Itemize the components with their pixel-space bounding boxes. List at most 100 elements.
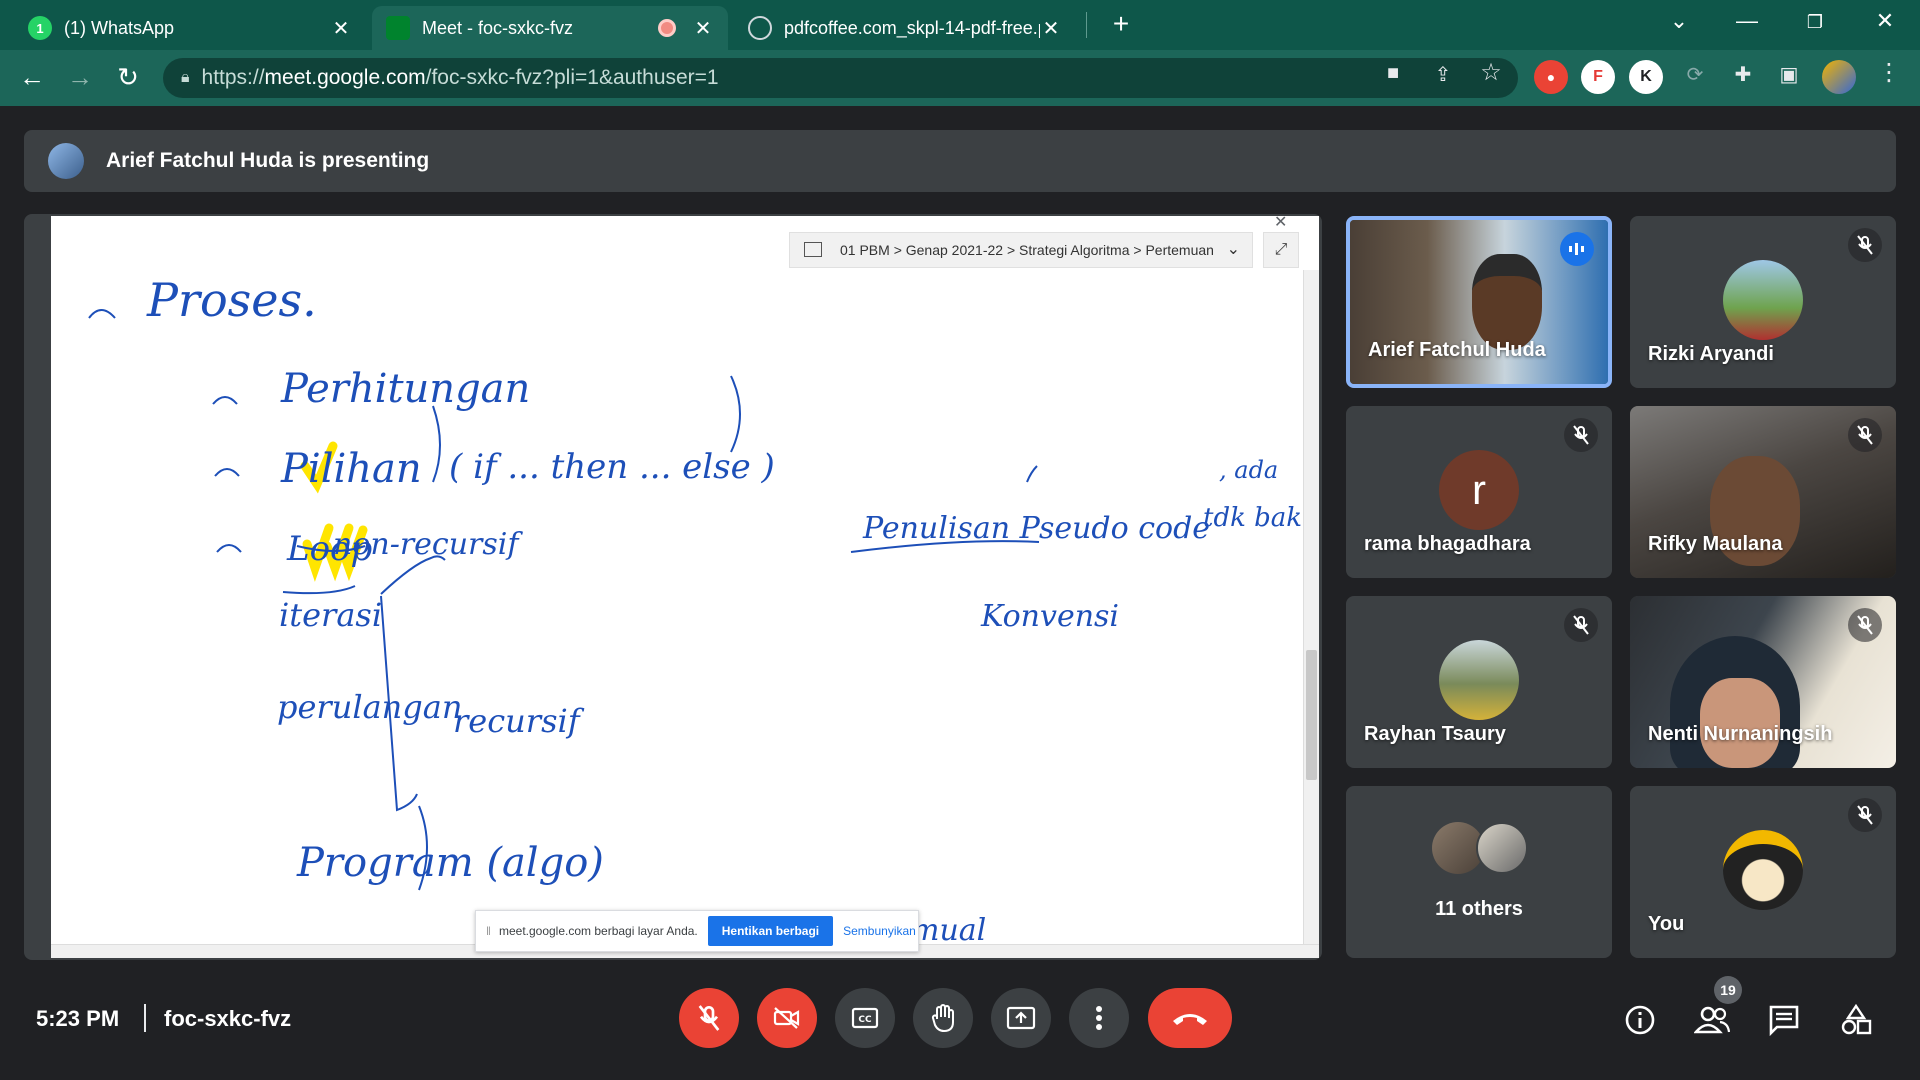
note-perulangan: perulangan	[277, 688, 462, 726]
activities-button[interactable]	[1838, 1002, 1874, 1038]
meeting-code: foc-sxkc-fvz	[164, 1006, 292, 1031]
close-tab-icon[interactable]: ✕	[692, 16, 714, 41]
profile-avatar[interactable]	[1822, 60, 1856, 94]
note-rekursif: recursif	[453, 702, 585, 740]
camera-icon[interactable]: ■	[1380, 62, 1406, 85]
tab-pdfcoffee[interactable]: pdfcoffee.com_skpl-14-pdf-free.p ✕	[734, 6, 1076, 50]
url-scheme: https://	[201, 66, 265, 89]
note-bottom: mual	[911, 913, 986, 948]
back-button[interactable]: ←	[16, 62, 48, 93]
url-host: meet.google.com	[264, 66, 426, 89]
reload-button[interactable]: ↻	[112, 62, 144, 93]
browser-toolbar: ← → ↻ 🔒︎ https:// meet.google.com /foc-s…	[0, 50, 1920, 106]
hide-button[interactable]: Sembunyikan	[843, 924, 916, 938]
tab-title: Meet - foc-sxkc-fvz	[422, 17, 574, 38]
close-tab-icon[interactable]: ✕	[330, 16, 352, 41]
microphone-toggle-button[interactable]	[679, 988, 739, 1048]
participant-name: Nenti Nurnaningsih	[1648, 723, 1833, 745]
note-ada: , ada	[1219, 456, 1278, 484]
closed-captions-icon: CC	[851, 1007, 879, 1029]
lock-icon: 🔒︎	[181, 69, 190, 86]
camera-toggle-button[interactable]	[757, 988, 817, 1048]
vertical-scrollbar[interactable]	[1303, 270, 1319, 946]
participant-name: Rayhan Tsaury	[1364, 723, 1506, 745]
close-presentation-icon[interactable]: ✕	[1274, 214, 1287, 232]
handwriting-lines	[88, 309, 1040, 891]
extension-k-icon[interactable]: K	[1629, 60, 1663, 94]
forward-button[interactable]: →	[64, 62, 96, 93]
presenting-text: Arief Fatchul Huda is presenting	[106, 149, 430, 172]
participant-tile[interactable]: Nenti Nurnaningsih	[1630, 596, 1896, 768]
tab-search-icon[interactable]: ⌄	[1664, 8, 1694, 34]
shared-screen: 01 PBM > Genap 2021-22 > Strategi Algori…	[51, 216, 1319, 958]
restore-button[interactable]: ❐	[1800, 12, 1830, 33]
meeting-control-bar: 5:23 PM foc-sxkc-fvz CC 19	[0, 974, 1920, 1080]
participant-initial-avatar: r	[1439, 450, 1519, 530]
drag-grip-icon[interactable]: ‖	[486, 924, 491, 938]
participant-avatar	[1439, 640, 1519, 720]
participant-tile[interactable]: Rifky Maulana	[1630, 406, 1896, 578]
meet-icon	[386, 16, 410, 40]
participant-name: Arief Fatchul Huda	[1368, 339, 1546, 361]
others-count: 11 others	[1435, 898, 1523, 920]
minimize-button[interactable]: —	[1732, 8, 1762, 34]
tab-whatsapp[interactable]: 1 (1) WhatsApp ✕	[14, 6, 366, 50]
participant-tile[interactable]: Rayhan Tsaury	[1346, 596, 1612, 768]
others-avatar-2	[1476, 822, 1528, 874]
self-avatar	[1723, 830, 1803, 910]
extension-f-icon[interactable]: F	[1581, 60, 1615, 94]
scroll-thumb[interactable]	[1306, 650, 1317, 780]
participant-tile[interactable]: Rizki Aryandi	[1630, 216, 1896, 388]
screen-share-notice: ‖ meet.google.com berbagi layar Anda. He…	[475, 910, 919, 952]
stop-sharing-button[interactable]: Hentikan berbagi	[707, 916, 834, 946]
others-tile[interactable]: 11 others	[1346, 786, 1612, 958]
menu-icon[interactable]: ⋮	[1876, 58, 1902, 87]
participant-name: Rizki Aryandi	[1648, 343, 1774, 365]
side-panel-icon[interactable]: ▣	[1776, 62, 1802, 87]
bookmark-star-icon[interactable]: ☆	[1478, 58, 1504, 87]
meeting-time: 5:23 PM	[36, 1006, 120, 1031]
participant-name: rama bhagadhara	[1364, 533, 1531, 555]
note-iterasi: iterasi	[279, 596, 382, 634]
participant-tile[interactable]: Arief Fatchul Huda	[1346, 216, 1612, 388]
mic-muted-icon	[1848, 228, 1882, 262]
note-konvensi: Konvensi	[980, 599, 1119, 634]
puzzle-icon[interactable]: ✚	[1730, 62, 1756, 87]
participant-tile[interactable]: r rama bhagadhara	[1346, 406, 1612, 578]
divider	[144, 1004, 146, 1032]
presenting-banner: Arief Fatchul Huda is presenting	[24, 130, 1896, 192]
url-path: /foc-sxkc-fvz?pli=1&authuser=1	[425, 66, 719, 89]
people-button[interactable]	[1694, 1002, 1730, 1038]
close-tab-icon[interactable]: ✕	[1040, 16, 1062, 41]
share-icon[interactable]: ⇪	[1430, 62, 1456, 87]
svg-text:CC: CC	[858, 1015, 872, 1025]
raise-hand-button[interactable]	[913, 988, 973, 1048]
sync-icon[interactable]: ⟳	[1682, 62, 1708, 87]
handwritten-notes: Proses. Perhitungan Pilihan ( if ... the…	[146, 273, 1319, 948]
new-tab-button[interactable]: +	[1106, 8, 1136, 40]
participant-avatar	[1723, 260, 1803, 340]
extension-icon[interactable]: ●	[1534, 60, 1568, 94]
note-tdk-baku: tdk baku	[1203, 503, 1319, 533]
mic-muted-icon	[1848, 798, 1882, 832]
info-icon	[1625, 1005, 1655, 1035]
captions-button[interactable]: CC	[835, 988, 895, 1048]
whatsapp-icon: 1	[28, 16, 52, 40]
tab-title: pdfcoffee.com_skpl-14-pdf-free.p	[784, 17, 1040, 38]
meeting-details-button[interactable]	[1622, 1002, 1658, 1038]
note-pilihan: Pilihan	[280, 446, 422, 492]
chat-button[interactable]	[1766, 1002, 1802, 1038]
chat-icon	[1769, 1005, 1799, 1036]
note-program: Program (algo)	[296, 840, 604, 886]
end-call-icon	[1173, 1014, 1207, 1025]
note-penulisan: Penulisan Pseudo code	[862, 511, 1210, 546]
self-tile[interactable]: You	[1630, 786, 1896, 958]
note-if-then-else: ( if ... then ... else )	[449, 447, 775, 487]
tab-meet[interactable]: Meet - foc-sxkc-fvz ✕	[372, 6, 728, 50]
leave-call-button[interactable]	[1148, 988, 1232, 1048]
address-bar[interactable]: 🔒︎ https:// meet.google.com /foc-sxkc-fv…	[163, 58, 1518, 98]
present-screen-button[interactable]	[991, 988, 1051, 1048]
globe-icon	[748, 16, 772, 40]
close-window-button[interactable]: ✕	[1870, 8, 1900, 34]
more-options-button[interactable]	[1069, 988, 1129, 1048]
